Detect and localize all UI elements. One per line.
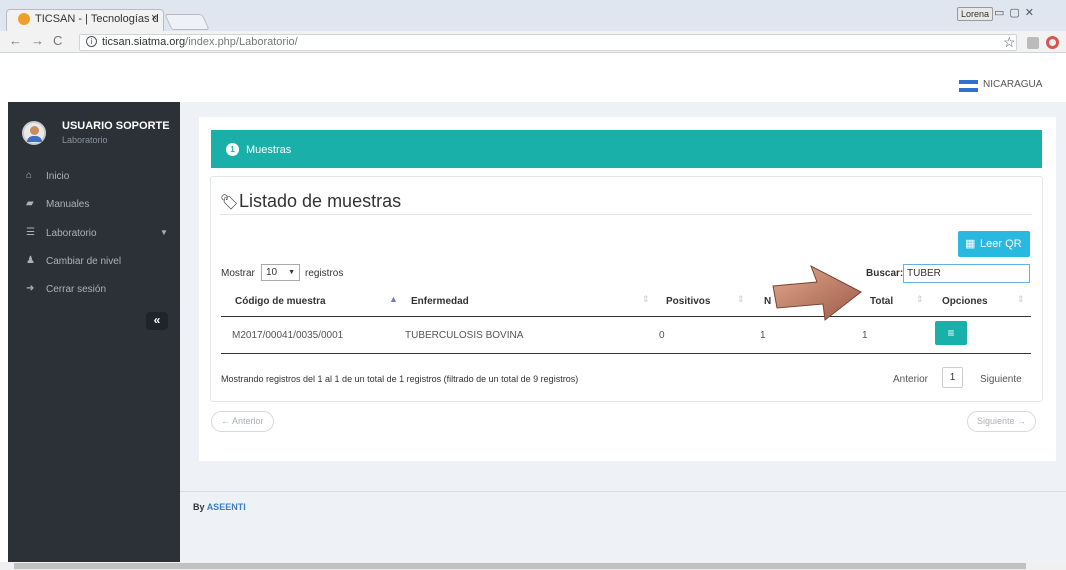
sidebar-item-cambiar-nivel[interactable]: ♟ Cambiar de nivel (8, 253, 180, 271)
extension-icon[interactable] (1027, 37, 1039, 49)
footer-brand-link[interactable]: ASEENTI (207, 502, 246, 512)
profile-chip[interactable]: Lorena (957, 7, 994, 21)
page-length-select[interactable]: 10 ▼ (261, 264, 300, 281)
scrollbar-thumb[interactable] (14, 563, 1026, 569)
sort-icon[interactable]: ⇕ (642, 294, 650, 305)
sort-icon[interactable]: ⇕ (737, 294, 745, 305)
annotation-arrow-icon (772, 264, 862, 321)
list-icon: ≡ (947, 326, 955, 340)
page-title: Listado de muestras (239, 191, 402, 211)
url-text[interactable]: ticsan.siatma.org/index.php/Laboratorio/ (102, 36, 298, 48)
pagination-page-1[interactable]: 1 (942, 367, 963, 388)
book-icon: ▰ (26, 198, 34, 209)
read-qr-label[interactable]: Leer QR (980, 238, 1022, 250)
column-header-codigo[interactable]: Código de muestra (235, 296, 326, 307)
nicaragua-flag-icon[interactable] (959, 80, 978, 92)
new-tab-button[interactable] (164, 14, 210, 30)
sidebar-item-label: Inicio (46, 171, 70, 182)
cell-n: 1 (760, 330, 766, 341)
window-controls[interactable]: ▭▢✕ (994, 6, 1039, 19)
info-icon[interactable]: i (86, 36, 97, 47)
step-label[interactable]: Muestras (246, 144, 291, 156)
pagination-next[interactable]: Siguiente (980, 374, 1022, 385)
sidebar-item-label: Cerrar sesión (46, 284, 107, 295)
cell-enfermedad: TUBERCULOSIS BOVINA (405, 330, 524, 341)
cell-codigo: M2017/00041/0035/0001 (232, 330, 344, 341)
user-role: Laboratorio (62, 135, 108, 145)
wizard-previous-button[interactable]: ← Anterior (211, 411, 274, 432)
length-suffix: registros (305, 268, 344, 279)
caret-down-icon: ▼ (288, 269, 295, 276)
sidebar-item-inicio[interactable]: ⌂ Inicio (8, 168, 180, 186)
opera-icon[interactable] (1046, 36, 1059, 49)
site-favicon-icon (18, 13, 30, 25)
table-header-divider (221, 316, 1031, 317)
wizard-step-bar[interactable] (211, 130, 1042, 168)
tab-title[interactable]: TICSAN - | Tecnologías d (35, 13, 159, 25)
logout-icon: ➜ (26, 283, 35, 294)
length-label: Mostrar (221, 268, 255, 279)
sidebar-item-label: Cambiar de nivel (46, 256, 122, 267)
search-input[interactable]: TUBER (903, 264, 1030, 283)
sidebar-item-laboratorio[interactable]: ☰ Laboratorio ▼ (8, 225, 180, 243)
column-header-positivos[interactable]: Positivos (666, 296, 710, 307)
forward-icon[interactable]: → (31, 33, 44, 48)
reload-icon[interactable]: C (53, 33, 62, 48)
column-header-opciones[interactable]: Opciones (942, 296, 988, 307)
sort-icon[interactable]: ⇕ (916, 294, 924, 305)
avatar (22, 121, 46, 145)
table-info: Mostrando registros del 1 al 1 de un tot… (221, 374, 579, 384)
row-options-button[interactable]: ≡ (935, 321, 967, 345)
sidebar-item-label: Laboratorio (46, 228, 97, 239)
caret-down-icon: ▼ (160, 228, 168, 237)
home-icon: ⌂ (26, 170, 33, 181)
bookmark-star-icon[interactable]: ☆ (1003, 34, 1016, 51)
sidebar-item-label: Manuales (46, 199, 90, 210)
cell-total: 1 (862, 330, 868, 341)
sidebar-item-cerrar-sesion[interactable]: ➜ Cerrar sesión (8, 281, 180, 299)
back-icon[interactable]: ← (9, 33, 22, 48)
tags-icon: 🏷 (220, 194, 240, 211)
user-name: USUARIO SOPORTE (62, 120, 170, 132)
qr-code-icon: ▦ (965, 238, 976, 250)
cell-positivos: 0 (659, 330, 665, 341)
users-icon: ♟ (26, 255, 35, 266)
wizard-next-button[interactable]: Siguiente → (967, 411, 1037, 432)
list-icon: ☰ (26, 227, 35, 238)
step-number: 1 (226, 143, 239, 156)
table-body-divider (221, 353, 1031, 354)
divider (220, 214, 1032, 215)
country-label[interactable]: NICARAGUA (983, 79, 1042, 90)
footer-divider (180, 491, 1066, 492)
sort-asc-icon[interactable]: ▲ (389, 294, 398, 304)
footer-credit: By ASEENTI (193, 502, 246, 512)
sidebar-collapse-button[interactable]: « (146, 312, 168, 330)
column-header-enfermedad[interactable]: Enfermedad (411, 296, 469, 307)
close-tab-icon[interactable]: × (151, 12, 157, 24)
sort-icon[interactable]: ⇕ (1017, 294, 1025, 305)
sidebar-item-manuales[interactable]: ▰ Manuales (8, 196, 180, 214)
pagination-previous[interactable]: Anterior (893, 374, 928, 385)
